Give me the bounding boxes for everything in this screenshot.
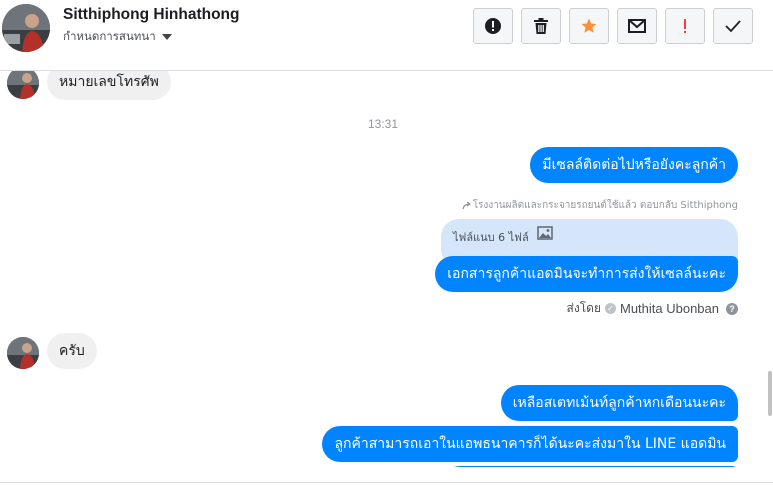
reply-arrow-icon <box>462 201 471 209</box>
outgoing-message[interactable]: มีเซลล์ติดต่อไปหรือยังคะลูกค้า <box>530 147 738 183</box>
caret-down-icon <box>161 34 172 40</box>
star-icon <box>581 18 597 33</box>
trash-icon <box>534 18 548 34</box>
contact-avatar[interactable] <box>2 4 50 52</box>
conversation-settings-dropdown[interactable]: กำหนดการสนทนา <box>63 28 172 46</box>
image-icon <box>536 226 553 240</box>
contact-avatar-small <box>7 337 39 369</box>
incoming-message[interactable]: หมายเลขโทรศัพ <box>47 71 171 100</box>
message-timestamp: 13:31 <box>367 117 399 131</box>
thread-scrollbar[interactable] <box>768 371 772 416</box>
message-thread[interactable]: หมายเลขโทรศัพ 13:31 มีเซลล์ติดต่อไปหรือย… <box>0 71 766 467</box>
exclamation-icon <box>684 19 686 33</box>
reply-note-text: โรงงานผลิตและกระจายรถยนต์ใช้แล้ว ตอบกลับ… <box>472 200 738 211</box>
conversation-toolbar <box>473 8 753 44</box>
sender-name[interactable]: Muthita Ubonban <box>620 301 719 316</box>
mark-unread-button[interactable] <box>617 8 657 44</box>
reply-note: โรงงานผลิตและกระจายรถยนต์ใช้แล้ว ตอบกลับ… <box>462 198 738 213</box>
outgoing-message-partial[interactable] <box>442 466 738 467</box>
important-button[interactable] <box>665 8 705 44</box>
outgoing-message[interactable]: ลูกค้าสามารถเอาในแอพธนาคารก็ได้นะคะส่งมา… <box>322 426 738 462</box>
sent-by-info: ส่งโดย ✓ Muthita Ubonban ? <box>567 299 738 318</box>
help-icon[interactable]: ? <box>726 302 738 315</box>
check-circle-icon: ✓ <box>604 303 616 314</box>
checkmark-icon <box>725 20 741 33</box>
incoming-message[interactable]: ครับ <box>47 333 97 369</box>
star-button[interactable] <box>569 8 609 44</box>
contact-avatar-small <box>7 71 39 99</box>
outgoing-message[interactable]: เหลือสเตทเม้นท์ลูกค้าหกเดือนนะคะ <box>500 385 738 421</box>
mark-spam-button[interactable] <box>473 8 513 44</box>
outgoing-message[interactable]: เอกสารลูกค้าแอดมินจะทำการส่งให้เซลล์นะคะ <box>435 256 738 292</box>
conversation-header: Sitthiphong Hinhathong กำหนดการสนทนา <box>0 0 773 71</box>
envelope-icon <box>628 19 646 33</box>
delete-button[interactable] <box>521 8 561 44</box>
attachment-count: ไฟล์แนบ 6 ไฟล์ <box>453 231 529 244</box>
mark-done-button[interactable] <box>713 8 753 44</box>
contact-name[interactable]: Sitthiphong Hinhathong <box>63 6 239 24</box>
conversation-settings-label: กำหนดการสนทนา <box>63 29 156 43</box>
exclamation-circle-icon <box>485 18 501 34</box>
sent-by-label: ส่งโดย <box>566 301 601 315</box>
